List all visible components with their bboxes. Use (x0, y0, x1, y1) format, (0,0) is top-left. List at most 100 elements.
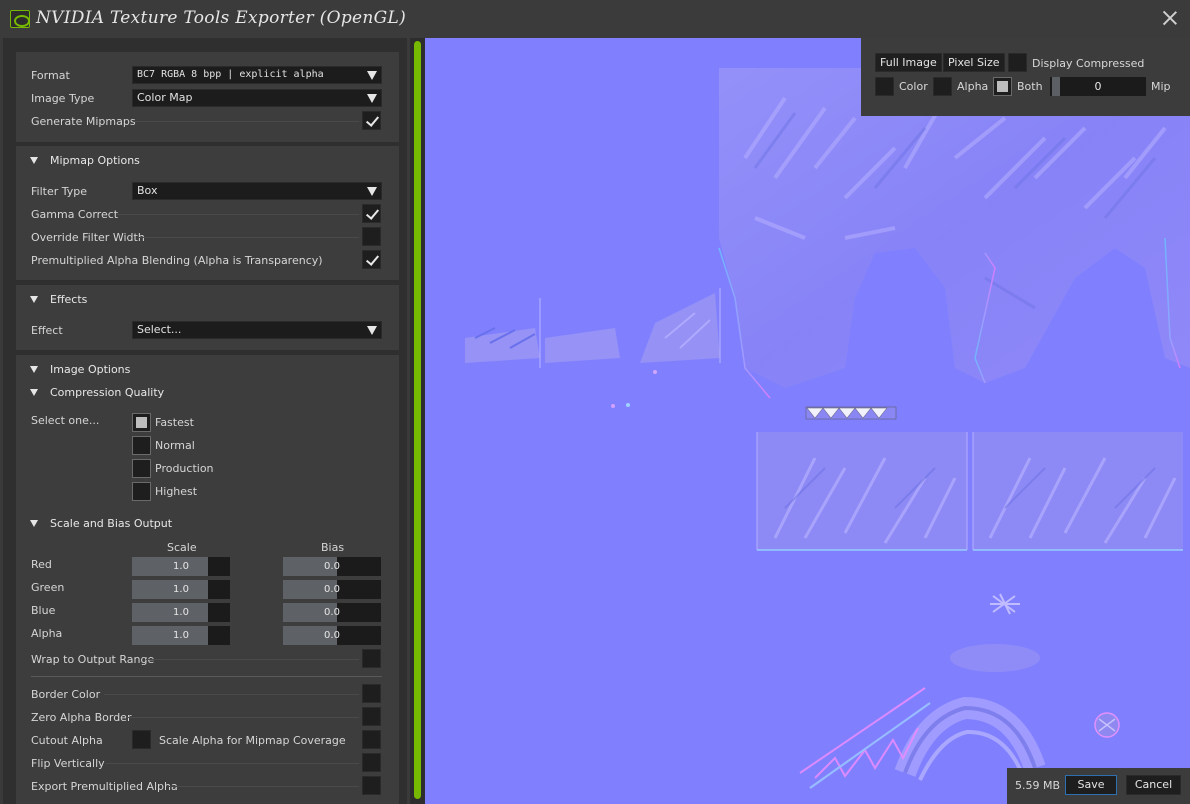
settings-panel: Format BC7 RGBA 8 bpp | explicit alpha I… (3, 38, 407, 804)
both-channel-label: Both (1017, 80, 1043, 93)
zero-alpha-border-checkbox[interactable] (362, 707, 381, 726)
export-footer: 5.59 MB Save Cancel (1007, 768, 1190, 804)
gamma-correct-checkbox[interactable] (362, 204, 381, 223)
blue-scale-slider[interactable]: 1.0 (132, 603, 230, 622)
bias-column-header: Bias (321, 541, 345, 554)
image-type-label: Image Type (31, 91, 95, 105)
divider (31, 676, 382, 677)
image-options-title: Image Options (50, 362, 131, 376)
red-bias-value: 0.0 (324, 561, 340, 572)
panel-splitter[interactable] (410, 38, 425, 804)
image-type-value: Color Map (137, 91, 193, 104)
format-dropdown[interactable]: BC7 RGBA 8 bpp | explicit alpha (132, 66, 382, 84)
effects-section: Effects Effect Select... (16, 285, 399, 350)
color-channel-checkbox[interactable] (875, 77, 894, 96)
compression-quality-title: Compression Quality (50, 385, 165, 399)
effect-dropdown[interactable]: Select... (132, 321, 382, 339)
cutout-alpha-label: Cutout Alpha (31, 734, 103, 747)
red-bias-slider[interactable]: 0.0 (283, 557, 381, 576)
premultiplied-alpha-checkbox[interactable] (362, 250, 381, 269)
blue-scale-value: 1.0 (173, 607, 189, 618)
effects-title: Effects (50, 292, 88, 306)
wrap-output-checkbox[interactable] (362, 649, 381, 668)
display-compressed-label: Display Compressed (1032, 57, 1145, 70)
channel-green-label: Green (31, 581, 65, 594)
select-one-label: Select one... (31, 413, 100, 427)
export-premultiplied-checkbox[interactable] (362, 776, 381, 795)
close-icon[interactable] (1162, 10, 1178, 26)
quality-normal-label: Normal (155, 439, 195, 452)
gamma-correct-label: Gamma Correct (31, 207, 119, 221)
image-options-header[interactable]: Image Options (30, 360, 130, 378)
premultiplied-alpha-label: Premultiplied Alpha Blending (Alpha is T… (31, 253, 323, 267)
quality-production-radio[interactable] (132, 459, 151, 478)
quality-normal-radio[interactable] (132, 436, 151, 455)
image-type-dropdown[interactable]: Color Map (132, 89, 382, 107)
scale-alpha-mipmap-checkbox[interactable] (362, 730, 381, 749)
chevron-down-icon (367, 71, 377, 80)
alpha-channel-label: Alpha (957, 80, 989, 93)
alpha-scale-slider[interactable]: 1.0 (132, 626, 230, 645)
wrap-output-label: Wrap to Output Range (31, 653, 155, 666)
generate-mipmaps-label: Generate Mipmaps (31, 114, 136, 128)
quality-highest-radio[interactable] (132, 482, 151, 501)
chevron-down-icon (367, 187, 377, 196)
collapse-triangle-icon (30, 365, 38, 373)
override-filter-width-checkbox[interactable] (362, 227, 381, 246)
mip-label: Mip (1151, 80, 1171, 93)
border-color-label: Border Color (31, 688, 101, 701)
green-bias-slider[interactable]: 0.0 (283, 580, 381, 599)
filter-type-dropdown[interactable]: Box (132, 182, 382, 200)
scale-bias-title: Scale and Bias Output (50, 516, 173, 530)
collapse-triangle-icon (30, 295, 38, 303)
quality-fastest-radio[interactable] (132, 413, 151, 432)
flip-vertically-checkbox[interactable] (362, 753, 381, 772)
alpha-bias-value: 0.0 (324, 630, 340, 641)
title-bar: NVIDIA Texture Tools Exporter (OpenGL) (0, 0, 1190, 38)
color-channel-label: Color (899, 80, 928, 93)
mipmap-options-section: Mipmap Options Filter Type Box Gamma Cor… (16, 146, 399, 280)
splitter-grip[interactable] (414, 41, 421, 799)
zero-alpha-border-label: Zero Alpha Border (31, 711, 132, 724)
collapse-triangle-icon (30, 519, 38, 527)
collapse-triangle-icon (30, 388, 38, 396)
texture-preview[interactable] (425, 38, 1190, 804)
green-scale-slider[interactable]: 1.0 (132, 580, 230, 599)
export-premultiplied-label: Export Premultiplied Alpha (31, 780, 178, 793)
generate-mipmaps-checkbox[interactable] (362, 111, 381, 130)
filter-type-label: Filter Type (31, 184, 88, 198)
flip-vertically-label: Flip Vertically (31, 757, 105, 770)
compression-quality-header[interactable]: Compression Quality (30, 383, 164, 401)
viewer-toolbar: Full Image Pixel Size Display Compressed… (861, 38, 1190, 116)
general-section: Format BC7 RGBA 8 bpp | explicit alpha I… (16, 52, 399, 142)
alpha-scale-value: 1.0 (173, 630, 189, 641)
blue-bias-value: 0.0 (324, 607, 340, 618)
pixel-size-button[interactable]: Pixel Size (943, 53, 1005, 72)
alpha-channel-checkbox[interactable] (933, 77, 952, 96)
cutout-alpha-checkbox[interactable] (132, 730, 151, 749)
channel-red-label: Red (31, 558, 52, 571)
scale-bias-header[interactable]: Scale and Bias Output (30, 514, 172, 532)
nvidia-logo-icon (10, 10, 30, 28)
scale-alpha-mipmap-label: Scale Alpha for Mipmap Coverage (159, 734, 346, 747)
scale-column-header: Scale (167, 541, 197, 554)
alpha-bias-slider[interactable]: 0.0 (283, 626, 381, 645)
full-image-button[interactable]: Full Image (875, 53, 942, 72)
quality-production-label: Production (155, 462, 214, 475)
both-channel-checkbox[interactable] (993, 77, 1012, 96)
mip-level-slider[interactable]: 0 (1050, 77, 1146, 96)
red-scale-slider[interactable]: 1.0 (132, 557, 230, 576)
quality-fastest-label: Fastest (155, 416, 194, 429)
save-button[interactable]: Save (1065, 775, 1117, 795)
mipmap-options-header[interactable]: Mipmap Options (30, 151, 140, 169)
filter-type-value: Box (137, 184, 158, 197)
border-color-checkbox[interactable] (362, 684, 381, 703)
format-value: BC7 RGBA 8 bpp | explicit alpha (137, 69, 324, 80)
effects-header[interactable]: Effects (30, 290, 87, 308)
cancel-button[interactable]: Cancel (1126, 775, 1181, 795)
effect-label: Effect (31, 323, 63, 337)
display-compressed-checkbox[interactable] (1008, 53, 1027, 72)
blue-bias-slider[interactable]: 0.0 (283, 603, 381, 622)
channel-blue-label: Blue (31, 604, 56, 617)
chevron-down-icon (367, 94, 377, 103)
